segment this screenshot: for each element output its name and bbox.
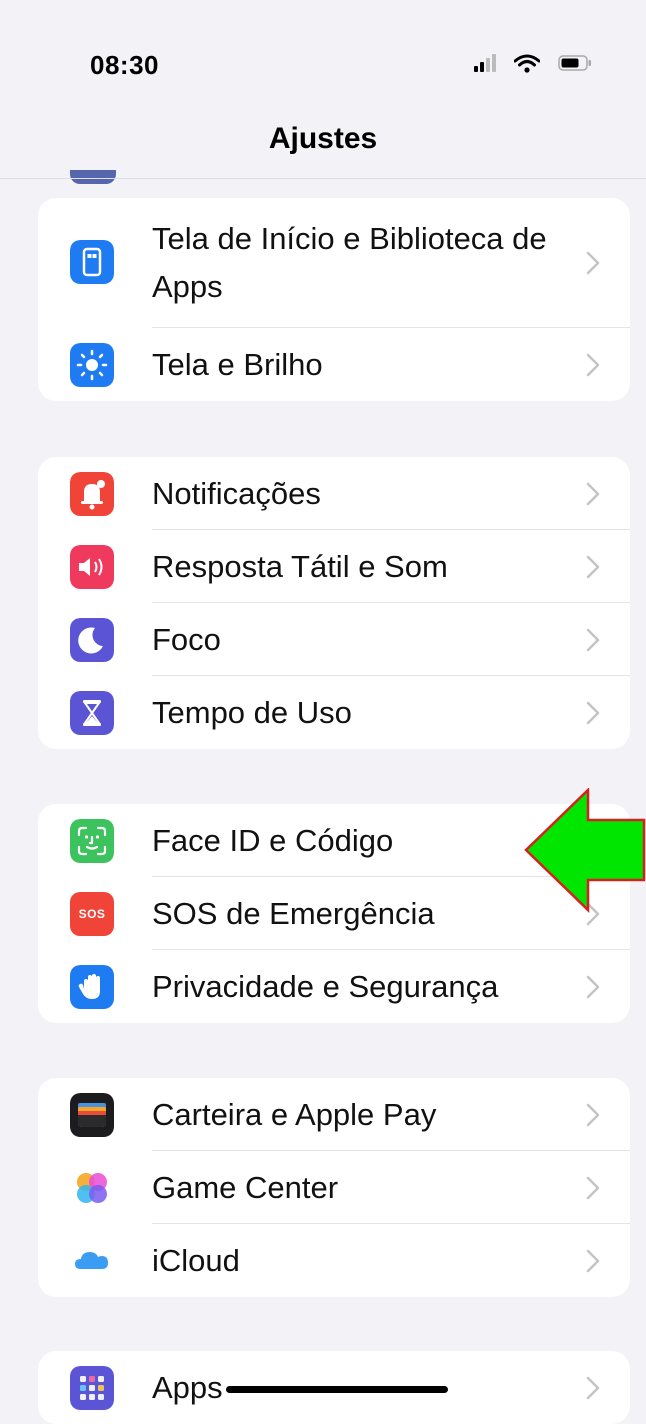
- chevron-right-icon: [586, 1103, 600, 1126]
- settings-row-icloud[interactable]: iCloud: [38, 1224, 630, 1297]
- settings-row-sounds-haptics[interactable]: Resposta Tátil e Som: [38, 530, 630, 603]
- partially-hidden-icon: [70, 170, 116, 184]
- settings-row-label: iCloud: [152, 1242, 240, 1278]
- hourglass-icon: [70, 690, 114, 735]
- battery-icon: [558, 55, 591, 71]
- signal-icon: [474, 52, 504, 74]
- chevron-right-icon: [586, 975, 600, 998]
- settings-group-display: Tela de Início e Biblioteca de Apps Tela…: [38, 198, 630, 401]
- chevron-right-icon: [586, 353, 600, 376]
- hand-icon: [70, 964, 114, 1009]
- brightness-icon: [70, 342, 114, 387]
- settings-row-notifications[interactable]: Notificações: [38, 457, 630, 530]
- settings-group-services: Carteira e Apple Pay Game Center iCloud: [38, 1078, 630, 1297]
- chevron-right-icon: [586, 1176, 600, 1199]
- notifications-icon: [70, 471, 114, 516]
- sos-icon: SOS: [70, 891, 114, 936]
- wallet-icon: [70, 1092, 114, 1137]
- home-screen-icon: [70, 240, 114, 284]
- chevron-right-icon: [586, 1376, 600, 1399]
- sos-icon-text: SOS: [78, 906, 106, 921]
- face-id-icon: [70, 818, 114, 863]
- settings-row-focus[interactable]: Foco: [38, 603, 630, 676]
- chevron-right-icon: [586, 555, 600, 578]
- settings-row-display-brightness[interactable]: Tela e Brilho: [38, 328, 630, 401]
- status-time: 08:30: [90, 50, 159, 80]
- apps-icon: [70, 1365, 114, 1410]
- arrow-left-icon: [524, 788, 646, 913]
- moon-icon: [70, 617, 114, 662]
- speaker-icon: [70, 544, 114, 589]
- wifi-icon: [514, 54, 540, 73]
- settings-row-label: SOS de Emergência: [152, 895, 435, 931]
- settings-row-game-center[interactable]: Game Center: [38, 1151, 630, 1224]
- page-title: Ajustes: [268, 122, 378, 155]
- chevron-right-icon: [586, 628, 600, 651]
- settings-row-label: Face ID e Código: [152, 822, 394, 858]
- settings-row-label: Notificações: [152, 475, 321, 511]
- settings-row-label: Privacidade e Segurança: [152, 968, 499, 1004]
- icloud-icon: [70, 1238, 114, 1283]
- settings-row-label: Tela e Brilho: [152, 346, 323, 382]
- nav-divider: [0, 178, 646, 179]
- settings-row-label: Resposta Tátil e Som: [152, 548, 448, 584]
- settings-row-label: Foco: [152, 621, 221, 657]
- chevron-right-icon: [586, 251, 600, 275]
- settings-row-home-screen[interactable]: Tela de Início e Biblioteca de Apps: [38, 198, 630, 328]
- settings-row-screen-time[interactable]: Tempo de Uso: [38, 676, 630, 749]
- settings-row-wallet[interactable]: Carteira e Apple Pay: [38, 1078, 630, 1151]
- settings-row-privacy[interactable]: Privacidade e Segurança: [38, 950, 630, 1023]
- settings-row-label: Tempo de Uso: [152, 694, 352, 730]
- settings-group-notifications: Notificações Resposta Tátil e Som Foco T…: [38, 457, 630, 749]
- settings-row-label: Carteira e Apple Pay: [152, 1096, 437, 1132]
- home-indicator: [226, 1386, 448, 1393]
- settings-row-label: Game Center: [152, 1169, 339, 1205]
- settings-row-label: Tela de Início e Biblioteca de Apps: [152, 221, 547, 304]
- status-bar: 08:30: [0, 0, 646, 110]
- chevron-right-icon: [586, 1249, 600, 1272]
- game-center-icon: [70, 1165, 114, 1210]
- chevron-right-icon: [586, 701, 600, 724]
- chevron-right-icon: [586, 482, 600, 505]
